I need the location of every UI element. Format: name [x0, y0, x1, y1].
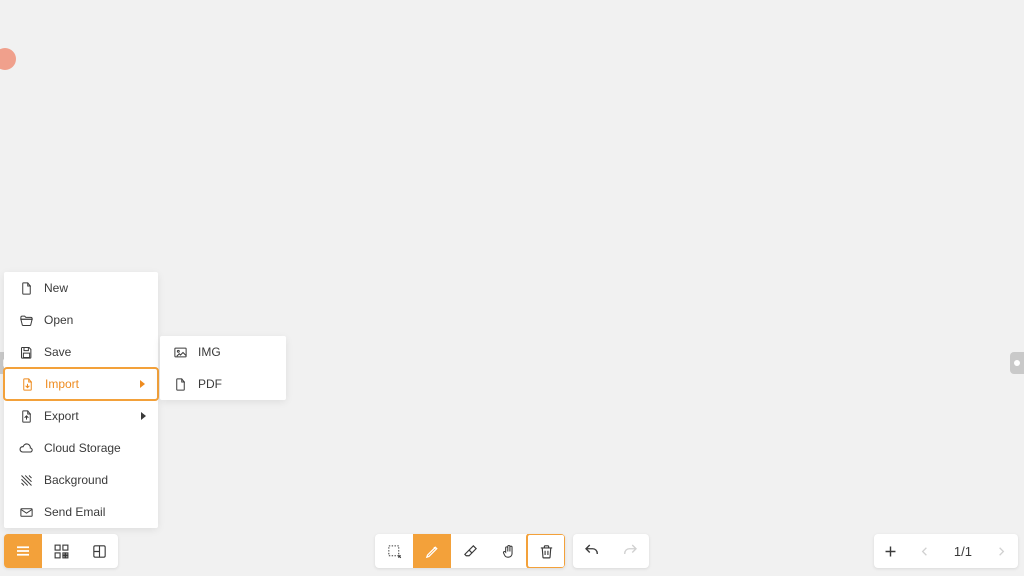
layout-button[interactable] — [80, 534, 118, 568]
add-page-button[interactable] — [874, 534, 908, 568]
delete-tool-button[interactable] — [526, 534, 565, 568]
prev-page-button[interactable] — [908, 534, 942, 568]
menu-item-background[interactable]: Background — [4, 464, 158, 496]
import-submenu: IMG PDF — [160, 336, 286, 400]
folder-open-icon — [18, 312, 34, 328]
file-menu: New Open Save Import Export Cloud Storag… — [4, 272, 158, 528]
chevron-right-icon — [141, 412, 146, 420]
hand-tool-button[interactable] — [489, 534, 527, 568]
pdf-icon — [172, 376, 188, 392]
menu-item-send-email[interactable]: Send Email — [4, 496, 158, 528]
cloud-icon — [18, 440, 34, 456]
decorative-blob — [0, 48, 16, 70]
menu-item-new[interactable]: New — [4, 272, 158, 304]
pen-tool-button[interactable] — [413, 534, 451, 568]
submenu-item-img[interactable]: IMG — [160, 336, 286, 368]
menu-item-label: Send Email — [44, 505, 146, 519]
menu-item-label: Import — [45, 377, 140, 391]
chevron-right-icon — [140, 380, 145, 388]
menu-item-open[interactable]: Open — [4, 304, 158, 336]
background-icon — [18, 472, 34, 488]
save-icon — [18, 344, 34, 360]
menu-item-label: New — [44, 281, 146, 295]
menu-item-label: Cloud Storage — [44, 441, 146, 455]
hamburger-menu-button[interactable] — [4, 534, 42, 568]
redo-button[interactable] — [611, 534, 649, 568]
page-indicator: 1/1 — [942, 544, 984, 559]
submenu-item-label: IMG — [198, 345, 274, 359]
menu-item-label: Export — [44, 409, 141, 423]
bottom-left-toolbar — [4, 534, 118, 568]
page-navigator: 1/1 — [874, 534, 1018, 568]
eraser-tool-button[interactable] — [451, 534, 489, 568]
menu-item-import[interactable]: Import — [3, 367, 159, 401]
undo-button[interactable] — [573, 534, 611, 568]
import-icon — [19, 376, 35, 392]
menu-item-save[interactable]: Save — [4, 336, 158, 368]
image-icon — [172, 344, 188, 360]
export-icon — [18, 408, 34, 424]
menu-item-cloud-storage[interactable]: Cloud Storage — [4, 432, 158, 464]
qr-code-button[interactable] — [42, 534, 80, 568]
next-page-button[interactable] — [984, 534, 1018, 568]
menu-item-label: Open — [44, 313, 146, 327]
menu-item-label: Background — [44, 473, 146, 487]
menu-item-label: Save — [44, 345, 146, 359]
submenu-item-pdf[interactable]: PDF — [160, 368, 286, 400]
email-icon — [18, 504, 34, 520]
submenu-item-label: PDF — [198, 377, 274, 391]
file-icon — [18, 280, 34, 296]
right-edge-handle[interactable] — [1010, 352, 1024, 374]
bottom-center-toolbar — [375, 534, 649, 568]
select-tool-button[interactable] — [375, 534, 413, 568]
menu-item-export[interactable]: Export — [4, 400, 158, 432]
